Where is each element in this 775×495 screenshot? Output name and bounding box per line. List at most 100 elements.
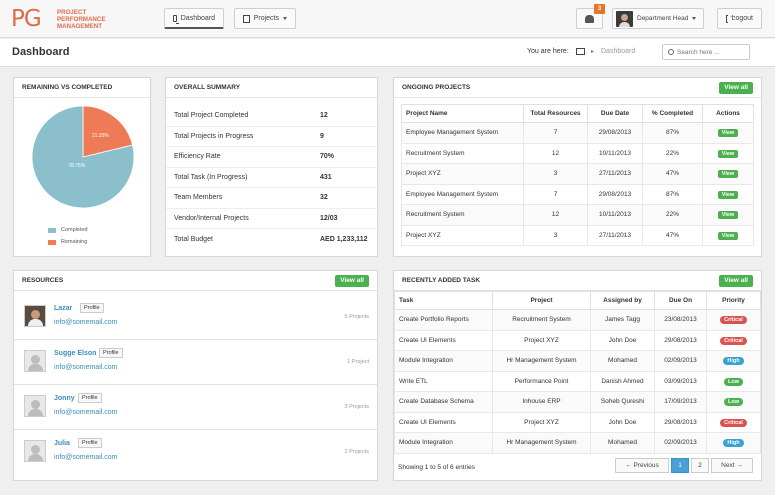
column-header: Actions: [702, 104, 754, 123]
summary-value: 32: [320, 194, 328, 202]
task-cell: Create Database Schema: [394, 391, 493, 413]
summary-label: Total Projects in Progress: [174, 132, 254, 140]
project-name-link[interactable]: Employee Management System: [401, 122, 524, 144]
resource-email[interactable]: info@somemail.com: [54, 409, 118, 416]
view-all-button[interactable]: View all: [719, 274, 753, 287]
priority-cell: Critical: [706, 411, 761, 433]
project-name-link[interactable]: Employee Management System: [401, 183, 524, 205]
resource-email[interactable]: info@somemail.com: [54, 364, 118, 371]
resource-name[interactable]: Lazar: [54, 305, 72, 312]
view-all-button[interactable]: View all: [719, 81, 753, 94]
pie-slice-label: 78.75%: [68, 163, 86, 169]
legend-item-completed: Completed: [48, 227, 88, 233]
page-title: Dashboard: [12, 46, 70, 58]
project-name-link[interactable]: Project XYZ: [401, 224, 524, 246]
resource-name[interactable]: Jonny: [54, 395, 75, 402]
actions-cell: View: [702, 204, 754, 226]
percent-completed-cell: 47%: [642, 224, 703, 246]
table-header-row: Project Name Total Resources Due Date % …: [401, 104, 754, 123]
resource-email[interactable]: info@somemail.com: [54, 454, 118, 461]
column-header[interactable]: Project: [492, 291, 591, 310]
profile-button[interactable]: Profile: [80, 303, 104, 313]
view-button[interactable]: View: [717, 211, 739, 220]
view-button[interactable]: View: [717, 149, 739, 158]
due-date-cell: 29/08/2013: [587, 183, 643, 205]
previous-page-button[interactable]: ← Previous: [615, 458, 669, 473]
project-name-link[interactable]: Recruitment System: [401, 204, 524, 226]
nav-dashboard-button[interactable]: Dashboard: [164, 8, 224, 29]
nav-projects-button[interactable]: Projects: [234, 8, 296, 29]
summary-label: Total Task (In Progress): [174, 173, 248, 181]
panel-header: Ongoing Projects View all: [394, 78, 761, 98]
projects-icon: [243, 14, 250, 23]
pie-slice-label: 21.25%: [92, 133, 110, 139]
table-row: Create Database Schema Inhouse ERP Soheb Q…: [394, 391, 761, 413]
resource-name[interactable]: Sugge Elson: [54, 350, 96, 357]
project-count: 3 Projects: [344, 404, 369, 410]
project-link[interactable]: Performance Point: [492, 370, 591, 392]
total-resources-cell: 7: [523, 122, 588, 144]
view-button[interactable]: View: [717, 129, 739, 138]
profile-button[interactable]: Profile: [78, 393, 102, 403]
home-icon[interactable]: [576, 48, 585, 55]
logout-button[interactable]: Logout: [717, 8, 762, 29]
table-row: Employee Management System 7 29/08/2013 87%…: [401, 183, 754, 205]
resource-name[interactable]: Julia: [54, 440, 70, 447]
view-button[interactable]: View: [717, 231, 739, 240]
summary-row: Total Project Completed 12: [166, 106, 377, 127]
total-resources-cell: 12: [523, 204, 588, 226]
panel-header: Remaining vs Completed: [14, 78, 150, 98]
project-name-link[interactable]: Project XYZ: [401, 163, 524, 185]
assigned-by-cell: Danish Ahmed: [590, 370, 655, 392]
priority-cell: High: [706, 432, 761, 454]
summary-row: Vendor/Internal Projects 12/03: [166, 209, 377, 229]
view-button[interactable]: View: [717, 170, 739, 179]
column-header[interactable]: Project Name: [401, 104, 524, 123]
logo-text: Project Performance Management: [57, 9, 106, 31]
user-menu-button[interactable]: Department Head: [612, 8, 704, 29]
column-header[interactable]: Assigned by: [590, 291, 655, 310]
project-name-link[interactable]: Recruitment System: [401, 142, 524, 164]
view-all-button[interactable]: View all: [335, 274, 369, 287]
profile-button[interactable]: Profile: [78, 438, 102, 448]
assigned-by-cell: John Doe: [590, 329, 655, 351]
column-header[interactable]: Total Resources: [523, 104, 588, 123]
percent-completed-cell: 22%: [642, 142, 703, 164]
column-header[interactable]: Due Date: [587, 104, 643, 123]
notification-badge: 3: [594, 4, 605, 14]
chevron-down-icon: [692, 17, 697, 20]
project-link[interactable]: Project XYZ: [492, 329, 591, 351]
legend-label: Completed: [61, 227, 88, 233]
chevron-down-icon: [283, 17, 287, 20]
project-link[interactable]: Inhouse ERP: [492, 391, 591, 413]
column-header[interactable]: Priority: [706, 291, 761, 310]
resource-item: Sugge Elson Profile info@somemail.com 1 …: [14, 340, 377, 385]
priority-badge: Low: [724, 377, 743, 386]
due-on-cell: 02/09/2013: [654, 432, 707, 454]
legend-swatch: [48, 239, 56, 245]
next-page-button[interactable]: Next →: [711, 458, 753, 473]
actions-cell: View: [702, 122, 754, 144]
due-date-cell: 29/08/2013: [587, 122, 643, 144]
page-button-2[interactable]: 2: [691, 458, 709, 473]
page-button-1[interactable]: 1: [671, 458, 689, 473]
ongoing-projects-table: Project Name Total Resources Due Date % …: [401, 104, 754, 246]
due-on-cell: 23/08/2013: [654, 309, 707, 331]
project-link[interactable]: Project XYZ: [492, 411, 591, 433]
legend-item-remaining: Remaining: [48, 239, 88, 245]
view-button[interactable]: View: [717, 190, 739, 199]
project-link[interactable]: Hr Management System: [492, 432, 591, 454]
column-header[interactable]: Task: [394, 291, 493, 310]
search-input[interactable]: [677, 48, 747, 56]
task-cell: Create UI Elements: [394, 411, 493, 433]
resource-email[interactable]: info@somemail.com: [54, 319, 118, 326]
column-header[interactable]: % Completed: [642, 104, 703, 123]
table-row: Project XYZ 3 27/11/2013 47% View: [401, 224, 754, 246]
summary-row: Total Projects in Progress 9: [166, 127, 377, 147]
column-header[interactable]: Due On: [654, 291, 707, 310]
table-row: Recruitment System 12 10/11/2013 22% View: [401, 142, 754, 164]
due-date-cell: 27/11/2013: [587, 224, 643, 246]
project-link[interactable]: Hr Management System: [492, 350, 591, 372]
profile-button[interactable]: Profile: [99, 348, 123, 358]
project-link[interactable]: Recruitment System: [492, 309, 591, 331]
